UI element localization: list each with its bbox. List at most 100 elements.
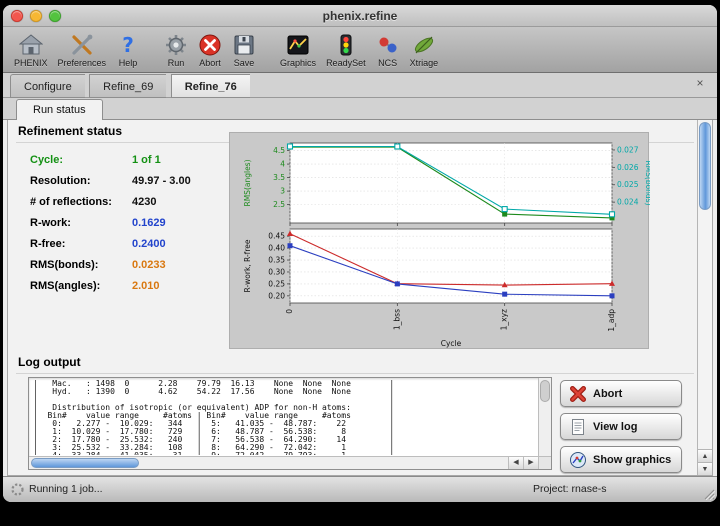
scroll-left-arrow[interactable]: ◀ (508, 457, 523, 469)
save-icon (232, 33, 256, 57)
svg-text:0.40: 0.40 (268, 244, 285, 253)
zoom-window-button[interactable] (49, 10, 61, 22)
abort-button[interactable]: Abort (560, 380, 682, 407)
scrollbar-thumb[interactable] (31, 458, 139, 468)
log-output-heading: Log output (16, 352, 694, 374)
toolbar-label: Save (234, 58, 255, 68)
log-vertical-scrollbar[interactable] (538, 378, 551, 456)
stat-row-rfree: R-free:0.2400 (30, 238, 191, 259)
tab-refine-69[interactable]: Refine_69 (89, 74, 166, 98)
scroll-right-arrow[interactable]: ▶ (523, 457, 538, 469)
toolbar-label: Abort (199, 58, 221, 68)
show-graphics-button[interactable]: Show graphics (560, 446, 682, 473)
svg-text:RMS(bonds): RMS(bonds) (644, 160, 650, 205)
svg-text:?: ? (122, 33, 134, 57)
toolbar-button-preferences[interactable]: Preferences (53, 32, 112, 69)
toolbar-button-readyset[interactable]: ReadySet (321, 32, 371, 69)
toolbar-label: Help (119, 58, 138, 68)
scrollbar-arrows: ◀▶ (508, 457, 538, 469)
stat-row-rms-angles: RMS(angles):2.010 (30, 280, 191, 301)
toolbar-label: NCS (378, 58, 397, 68)
content-panel: Refinement status Cycle:1 of 1 Resolutio… (7, 120, 713, 476)
graphics-icon (286, 33, 310, 57)
svg-text:0.027: 0.027 (617, 145, 639, 154)
scroll-up-arrow[interactable]: ▲ (698, 449, 712, 462)
toolbar-button-ncs[interactable]: NCS (371, 32, 405, 69)
window-title: phenix.refine (3, 5, 717, 27)
toolbar-label: Xtriage (410, 58, 439, 68)
project-label: Project: rnase-s (533, 483, 607, 495)
stat-value: 2.010 (132, 280, 160, 292)
toolbar-label: Run (168, 58, 185, 68)
toolbar-button-phenix[interactable]: PHENIX (9, 32, 53, 69)
toolbar-label: ReadySet (326, 58, 366, 68)
help-icon: ? (116, 33, 140, 57)
stat-label: RMS(bonds): (30, 259, 132, 271)
view-log-button-label: View log (593, 421, 637, 433)
graph-icon (569, 451, 587, 469)
toolbar-button-graphics[interactable]: Graphics (275, 32, 321, 69)
abort-button-label: Abort (593, 388, 622, 400)
stat-row-rwork: R-work:0.1629 (30, 217, 191, 238)
tab-configure[interactable]: Configure (10, 74, 85, 98)
stat-row-resolution: Resolution:49.97 - 3.00 (30, 175, 191, 196)
close-window-button[interactable] (11, 10, 23, 22)
svg-text:0.20: 0.20 (268, 291, 285, 300)
run-gear-icon (164, 33, 188, 57)
log-output[interactable]: | Mac. : 1498 0 2.28 79.79 16.13 None No… (28, 377, 552, 470)
toolbar-label: Preferences (58, 58, 107, 68)
toolbar: PHENIX Preferences ? Help Run Abort Save… (3, 27, 717, 73)
svg-text:R-work, R-free: R-work, R-free (243, 239, 252, 292)
phenix-home-icon (19, 33, 43, 57)
stat-label: RMS(angles): (30, 280, 132, 292)
minimize-window-button[interactable] (30, 10, 42, 22)
close-tab-icon[interactable]: × (693, 77, 707, 91)
svg-text:4: 4 (280, 160, 285, 169)
log-text: | Mac. : 1498 0 2.28 79.79 16.13 None No… (33, 380, 537, 455)
view-log-button[interactable]: View log (560, 413, 682, 440)
svg-text:Cycle: Cycle (441, 339, 462, 348)
title-bar[interactable]: phenix.refine (3, 5, 717, 27)
stat-value: 1 of 1 (132, 154, 161, 166)
toolbar-button-run[interactable]: Run (159, 32, 193, 69)
document-icon (569, 418, 587, 436)
refinement-stats: Cycle:1 of 1 Resolution:49.97 - 3.00 # o… (30, 154, 191, 301)
svg-text:3.5: 3.5 (273, 173, 285, 182)
status-bar: Running 1 job... Project: rnase-s (3, 476, 717, 502)
toolbar-button-help[interactable]: ? Help (111, 32, 145, 69)
toolbar-button-save[interactable]: Save (227, 32, 261, 69)
tab-bar: Configure Refine_69 Refine_76 × (3, 73, 717, 98)
tab-run-status[interactable]: Run status (16, 99, 103, 120)
stat-value: 49.97 - 3.00 (132, 175, 191, 187)
scroll-down-arrow[interactable]: ▼ (698, 462, 712, 475)
scrollbar-thumb[interactable] (540, 380, 550, 402)
stat-value: 4230 (132, 196, 156, 208)
toolbar-label: PHENIX (14, 58, 48, 68)
stat-value: 0.1629 (132, 217, 166, 229)
window-controls (11, 10, 61, 22)
log-horizontal-scrollbar[interactable]: ◀▶ (29, 456, 538, 469)
stat-label: Resolution: (30, 175, 132, 187)
toolbar-button-xtriage[interactable]: Xtriage (405, 32, 444, 69)
abort-icon (198, 33, 222, 57)
stat-value: 0.2400 (132, 238, 166, 250)
stat-row-rms-bonds: RMS(bonds):0.0233 (30, 259, 191, 280)
xtriage-leaf-icon (412, 33, 436, 57)
tab-refine-76[interactable]: Refine_76 (171, 74, 250, 98)
toolbar-button-abort[interactable]: Abort (193, 32, 227, 69)
toolbar-label: Graphics (280, 58, 316, 68)
resize-grip[interactable] (702, 487, 715, 500)
stat-row-cycle: Cycle:1 of 1 (30, 154, 191, 175)
svg-text:1_xyz: 1_xyz (500, 309, 509, 330)
main-scrollbar[interactable]: ▲ ▼ (697, 120, 712, 475)
abort-x-icon (569, 385, 587, 403)
scrollbar-corner (538, 456, 551, 469)
preferences-icon (70, 33, 94, 57)
svg-text:0.45: 0.45 (268, 232, 285, 241)
stat-value: 0.0233 (132, 259, 166, 271)
svg-text:0.024: 0.024 (617, 198, 639, 207)
refinement-chart: 2.533.544.50.0240.0250.0260.027RMS(angle… (229, 132, 649, 349)
show-graphics-button-label: Show graphics (593, 454, 671, 466)
scrollbar-thumb[interactable] (699, 122, 711, 210)
svg-text:0.25: 0.25 (268, 279, 285, 288)
